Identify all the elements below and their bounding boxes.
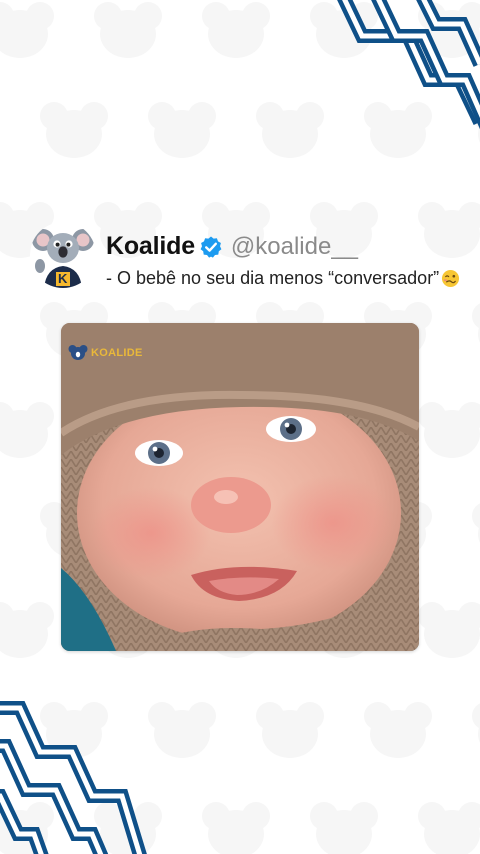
koala-pattern-mark bbox=[256, 702, 324, 758]
handle[interactable]: @koalide__ bbox=[231, 233, 358, 261]
baby-photo bbox=[61, 323, 419, 651]
zigzag-decoration-top-right bbox=[337, 0, 480, 130]
woozy-face-icon bbox=[442, 269, 460, 288]
koala-pattern-mark bbox=[364, 702, 432, 758]
koala-pattern-mark bbox=[418, 802, 480, 854]
koala-pattern-mark bbox=[0, 402, 54, 458]
koala-pattern-mark bbox=[310, 2, 378, 58]
koala-pattern-mark bbox=[0, 2, 54, 58]
koala-pattern-mark bbox=[418, 2, 480, 58]
avatar-badge-letter: K bbox=[58, 271, 68, 286]
koala-pattern-mark bbox=[472, 702, 480, 758]
koala-pattern-mark bbox=[148, 102, 216, 158]
koala-pattern-mark bbox=[310, 802, 378, 854]
caption-row: - O bebê no seu dia menos “conversador” bbox=[106, 268, 460, 289]
zigzag-decoration-bottom-left bbox=[0, 701, 147, 854]
koala-pattern-mark bbox=[472, 102, 480, 158]
koala-pattern-mark bbox=[364, 102, 432, 158]
koala-pattern-mark bbox=[472, 302, 480, 358]
koala-pattern-mark bbox=[202, 802, 270, 854]
koala-pattern-mark bbox=[202, 2, 270, 58]
watermark: KOALIDE bbox=[68, 344, 143, 361]
display-name[interactable]: Koalide bbox=[106, 232, 195, 261]
watermark-text: KOALIDE bbox=[91, 346, 143, 359]
koala-pattern-mark bbox=[0, 802, 54, 854]
koala-pattern-mark bbox=[94, 802, 162, 854]
koala-pattern-mark bbox=[0, 602, 54, 658]
koala-pattern-mark bbox=[40, 702, 108, 758]
post-header: K Koalide @koalide__ - O bebê no seu dia… bbox=[30, 222, 460, 294]
koala-pattern-mark bbox=[418, 602, 480, 658]
koala-pattern-mark bbox=[40, 102, 108, 158]
name-row: Koalide @koalide__ bbox=[106, 232, 358, 261]
media-card[interactable]: KOALIDE bbox=[61, 323, 419, 651]
verified-badge-icon bbox=[200, 236, 222, 258]
koala-pattern-mark bbox=[94, 2, 162, 58]
koala-logo-icon bbox=[68, 345, 88, 360]
koala-pattern-mark bbox=[256, 102, 324, 158]
koala-pattern-mark bbox=[418, 402, 480, 458]
avatar[interactable]: K bbox=[30, 222, 96, 288]
koala-pattern-mark bbox=[472, 502, 480, 558]
post-caption: - O bebê no seu dia menos “conversador” bbox=[106, 268, 440, 288]
koala-pattern-mark bbox=[148, 702, 216, 758]
